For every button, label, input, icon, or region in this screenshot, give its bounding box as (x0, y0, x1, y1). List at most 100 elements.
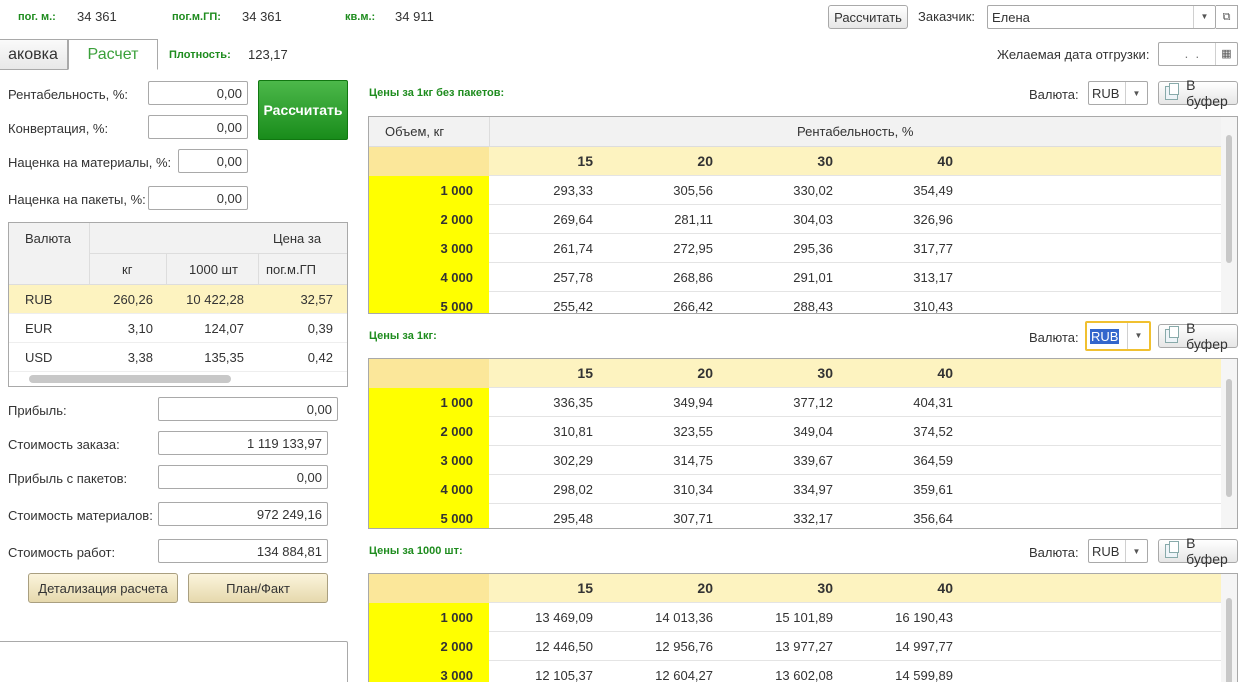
table-row[interactable]: EUR 3,10 124,07 0,39 (9, 314, 347, 343)
conversion-input[interactable]: 0,00 (148, 115, 248, 139)
calendar-icon[interactable]: ▦ (1215, 43, 1237, 65)
cell-kg: 3,38 (127, 350, 153, 365)
price-cell: 404,31 (913, 395, 953, 410)
calculate-button[interactable]: Рассчитать (828, 5, 908, 29)
col-header: 15 (577, 365, 593, 381)
section3-buffer-button[interactable]: В буфер (1158, 535, 1238, 567)
chevron-down-icon[interactable]: ▼ (1193, 6, 1215, 28)
vertical-scrollbar[interactable] (1221, 359, 1237, 528)
chevron-down-icon[interactable]: ▼ (1125, 540, 1147, 562)
kv-m-label: кв.м.: (345, 11, 376, 23)
table-row[interactable]: USD 3,38 135,35 0,42 (9, 343, 347, 372)
ship-date-value: . . (1181, 46, 1200, 61)
table-row[interactable]: 3 000 12 105,37 12 604,27 13 602,08 14 5… (369, 661, 1221, 682)
price-cell: 334,97 (793, 482, 833, 497)
table-header: Валюта Цена за кг 1000 шт пог.м.ГП (9, 223, 347, 285)
col-header: 15 (577, 580, 593, 596)
table-row[interactable]: 4 000 298,02 310,34 334,97 359,61 (369, 475, 1221, 504)
cell-1000: 135,35 (204, 350, 244, 365)
table-row[interactable]: 2 000 12 446,50 12 956,76 13 977,27 14 9… (369, 632, 1221, 661)
section2-currency-value[interactable]: RUB (1090, 328, 1120, 344)
copy-icon (1165, 326, 1180, 343)
table-row[interactable]: 1 000 13 469,09 14 013,36 15 101,89 16 1… (369, 603, 1221, 632)
package-profit-field[interactable]: 0,00 (158, 465, 328, 489)
profitability-input[interactable]: 0,00 (148, 81, 248, 105)
material-cost-field[interactable]: 972 249,16 (158, 502, 328, 526)
price-cell: 336,35 (553, 395, 593, 410)
vertical-scrollbar[interactable] (1221, 574, 1237, 682)
ship-date-field[interactable]: . . ▦ (1158, 42, 1238, 66)
price-cell: 317,77 (913, 241, 953, 256)
table-row[interactable]: 5 000 255,42 266,42 288,43 310,43 (369, 292, 1221, 313)
chevron-down-icon[interactable]: ▼ (1127, 323, 1149, 349)
col-header: 40 (937, 365, 953, 381)
section3-title: Цены за 1000 шт: (369, 545, 463, 557)
pog-m-gp-value: 34 361 (242, 9, 282, 24)
price-cell: 15 101,89 (775, 610, 833, 625)
col-volume: Объем, кг (385, 124, 445, 139)
cell-pogm: 0,39 (307, 321, 333, 336)
tab-packaging[interactable]: аковка (0, 39, 68, 70)
table-row[interactable]: 3 000 261,74 272,95 295,36 317,77 (369, 234, 1221, 263)
section2-currency-select[interactable]: RUB ▼ (1085, 321, 1151, 351)
horizontal-scrollbar[interactable] (29, 375, 231, 383)
table-row[interactable]: 3 000 302,29 314,75 339,67 364,59 (369, 446, 1221, 475)
price-cell: 269,64 (553, 212, 593, 227)
cell-currency: EUR (25, 321, 53, 336)
calc-details-button[interactable]: Детализация расчета (28, 573, 178, 603)
table-row[interactable]: RUB 260,26 10 422,28 32,57 (9, 285, 347, 314)
volume-cell: 3 000 (369, 446, 489, 475)
comment-field[interactable] (0, 641, 348, 682)
price-cell: 364,59 (913, 453, 953, 468)
cell-currency: USD (25, 350, 53, 365)
order-cost-field[interactable]: 1 119 133,97 (158, 431, 328, 455)
customer-value: Елена (992, 10, 1030, 25)
plan-fact-button[interactable]: План/Факт (188, 573, 328, 603)
price-cell: 13 977,27 (775, 639, 833, 654)
table-row[interactable]: 4 000 257,78 268,86 291,01 313,17 (369, 263, 1221, 292)
chevron-down-icon[interactable]: ▼ (1125, 82, 1147, 104)
markup-packages-input[interactable]: 0,00 (148, 186, 248, 210)
table-row[interactable]: 1 000 293,33 305,56 330,02 354,49 (369, 176, 1221, 205)
table-row[interactable]: 1 000 336,35 349,94 377,12 404,31 (369, 388, 1221, 417)
price-cell: 305,56 (673, 183, 713, 198)
section3-currency-select[interactable]: RUB ▼ (1088, 539, 1148, 563)
calculate-big-button[interactable]: Рассчитать (258, 80, 348, 140)
price-cell: 268,86 (673, 270, 713, 285)
vertical-scrollbar[interactable] (1221, 117, 1237, 313)
tab-calculation[interactable]: Расчет (68, 39, 158, 70)
cell-kg: 260,26 (113, 292, 153, 307)
header-row: 15 20 30 40 (369, 359, 1221, 388)
col-header: 20 (697, 580, 713, 596)
volume-cell: 2 000 (369, 632, 489, 661)
price-cell: 354,49 (913, 183, 953, 198)
section1-currency-select[interactable]: RUB ▼ (1088, 81, 1148, 105)
table-row[interactable]: 5 000 295,48 307,71 332,17 356,64 (369, 504, 1221, 528)
section1-buffer-button[interactable]: В буфер (1158, 77, 1238, 109)
pog-m-label: пог. м.: (18, 11, 56, 23)
price-cell: 13 469,09 (535, 610, 593, 625)
table-row[interactable]: 2 000 310,81 323,55 349,04 374,52 (369, 417, 1221, 446)
price-cell: 310,34 (673, 482, 713, 497)
copy-icon (1165, 83, 1180, 100)
profit-field[interactable]: 0,00 (158, 397, 338, 421)
volume-cell: 2 000 (369, 417, 489, 446)
price-cell: 356,64 (913, 511, 953, 526)
price-cell: 326,96 (913, 212, 953, 227)
cell-1000: 124,07 (204, 321, 244, 336)
copy-icon (1165, 541, 1180, 558)
price-cell: 349,94 (673, 395, 713, 410)
price-cell: 330,02 (793, 183, 833, 198)
section2-buffer-button[interactable]: В буфер (1158, 320, 1238, 352)
section2-grid: 15 20 30 40 1 000 336,35 349,94 377,12 4… (368, 358, 1238, 529)
section3-grid: 15 20 30 40 1 000 13 469,09 14 013,36 15… (368, 573, 1238, 682)
volume-cell: 5 000 (369, 504, 489, 528)
open-icon[interactable]: ⧉ (1216, 5, 1238, 29)
markup-materials-input[interactable]: 0,00 (178, 149, 248, 173)
price-cell: 16 190,43 (895, 610, 953, 625)
price-cell: 293,33 (553, 183, 593, 198)
work-cost-field[interactable]: 134 884,81 (158, 539, 328, 563)
table-row[interactable]: 2 000 269,64 281,11 304,03 326,96 (369, 205, 1221, 234)
price-cell: 295,36 (793, 241, 833, 256)
customer-field[interactable]: Елена ▼ (987, 5, 1216, 29)
